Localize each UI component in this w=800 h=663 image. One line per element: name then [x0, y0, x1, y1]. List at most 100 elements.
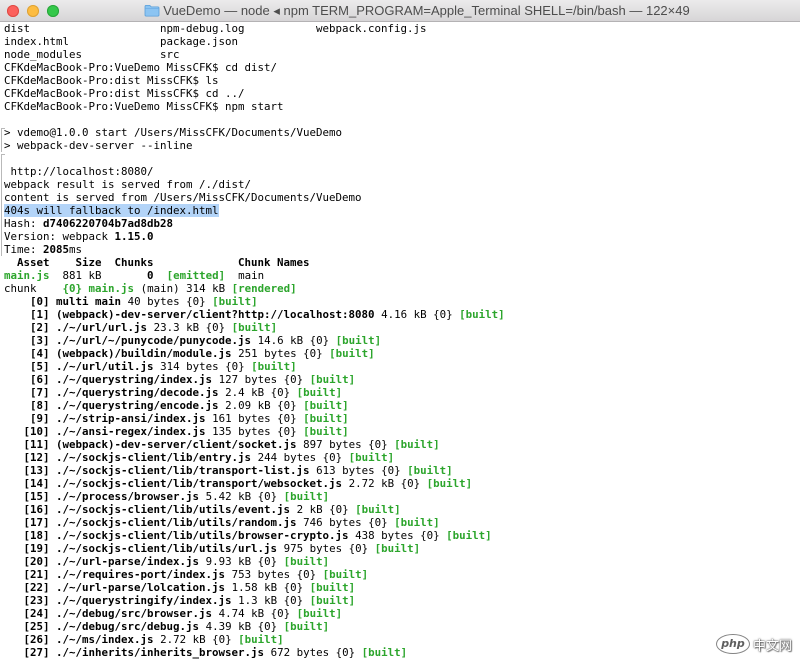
output-text: Time: — [4, 243, 44, 256]
module-path: ./~/sockjs-client/lib/utils/browser-cryp… — [56, 529, 349, 542]
output-text: > webpack-dev-server --inline — [4, 139, 193, 152]
output-text: [rendered] — [231, 282, 297, 295]
module-status: [built] — [296, 386, 343, 399]
module-status: [built] — [355, 503, 401, 516]
module-line: [19] ./~/sockjs-client/lib/utils/url.js … — [4, 542, 800, 555]
module-chunk: {0} — [400, 477, 421, 490]
module-status: [built] — [322, 568, 369, 581]
php-logo: php — [715, 634, 750, 654]
module-id: [3] — [30, 334, 50, 347]
module-line: [9] ./~/strip-ansi/index.js 161 bytes {0… — [4, 412, 800, 425]
zoom-button[interactable] — [47, 5, 59, 17]
module-id: [12] — [23, 451, 50, 464]
folder-icon — [144, 4, 160, 17]
module-line: [24] ./~/debug/src/browser.js 4.74 kB {0… — [4, 607, 800, 620]
minimize-button[interactable] — [27, 5, 39, 17]
module-path: (webpack)/buildin/module.js — [56, 347, 232, 360]
module-chunk: {0} — [329, 503, 349, 516]
module-path: ./~/url/url.js — [56, 321, 148, 334]
module-chunk: {0} — [381, 464, 401, 477]
module-size: 746 bytes — [303, 516, 362, 529]
module-chunk: {0} — [335, 646, 356, 659]
module-status: [built] — [283, 620, 330, 633]
module-size: 897 bytes — [303, 438, 362, 451]
module-path: ./~/debug/src/browser.js — [56, 607, 213, 620]
module-line: [6] ./~/querystring/index.js 127 bytes {… — [4, 373, 800, 386]
module-chunk: {0} — [433, 308, 453, 321]
module-status: [built] — [303, 412, 349, 425]
module-id: [25] — [23, 620, 50, 633]
module-status: [built] — [303, 425, 349, 438]
module-line: [1] (webpack)-dev-server/client?http://l… — [4, 308, 800, 321]
module-id: [5] — [30, 360, 50, 373]
module-path: multi main — [56, 295, 122, 308]
output-text: 881 kB — [49, 269, 148, 282]
module-status: [built] — [238, 633, 284, 646]
module-line: [2] ./~/url/url.js 23.3 kB {0} [built] — [4, 321, 800, 334]
module-path: ./~/querystringify/index.js — [56, 594, 232, 607]
module-size: 4.16 kB — [381, 308, 427, 321]
module-id: [19] — [23, 542, 50, 555]
watermark-text: 中文网 — [752, 638, 792, 654]
module-path: ./~/sockjs-client/lib/utils/event.js — [56, 503, 291, 516]
module-id: [24] — [23, 607, 50, 620]
module-path: ./~/ansi-regex/index.js — [56, 425, 206, 438]
module-status: [built] — [459, 308, 505, 321]
module-path: ./~/requires-port/index.js — [56, 568, 226, 581]
terminal-line: Hash: d7406220704b7ad8db28 — [1, 217, 800, 230]
terminal-line: content is served from /Users/MissCFK/Do… — [1, 191, 800, 204]
module-status: [built] — [335, 334, 382, 347]
module-id: [4] — [30, 347, 50, 360]
module-chunk: {0} — [257, 490, 278, 503]
module-line: [5] ./~/url/util.js 314 bytes {0} [built… — [4, 360, 800, 373]
module-size: 127 bytes — [218, 373, 278, 386]
terminal-line — [1, 152, 800, 166]
module-path: ./~/sockjs-client/lib/utils/url.js — [56, 542, 278, 555]
module-chunk: {0} — [283, 581, 304, 594]
module-status: [built] — [329, 347, 375, 360]
module-status: [built] — [407, 464, 453, 477]
module-line: [27] ./~/inherits/inherits_browser.js 67… — [4, 646, 800, 659]
module-id: [27] — [23, 646, 50, 659]
close-button[interactable] — [7, 5, 19, 17]
module-id: [15] — [23, 490, 50, 503]
module-chunk: {0} — [322, 451, 343, 464]
module-id: [26] — [23, 633, 50, 646]
terminal-line: dist npm-debug.log webpack.config.js — [4, 22, 800, 35]
terminal-line: node_modules src — [4, 48, 800, 61]
terminal-line: Version: webpack 1.15.0 — [1, 230, 800, 243]
module-id: [7] — [30, 386, 50, 399]
module-id: [13] — [23, 464, 50, 477]
module-line: [20] ./~/url-parse/index.js 9.93 kB {0} … — [4, 555, 800, 568]
module-id: [22] — [23, 581, 50, 594]
module-id: [10] — [23, 425, 50, 438]
output-text: 404s will fallback to /index.html — [4, 204, 219, 217]
module-line: [12] ./~/sockjs-client/lib/entry.js 244 … — [4, 451, 800, 464]
module-chunk: {0} — [348, 542, 369, 555]
module-id: [18] — [23, 529, 50, 542]
module-chunk: {0} — [257, 555, 278, 568]
module-size: 2.09 kB — [225, 399, 271, 412]
module-id: [8] — [30, 399, 50, 412]
module-line: [0] multi main 40 bytes {0} [built] — [4, 295, 800, 308]
module-size: 672 bytes — [270, 646, 330, 659]
module-status: [built] — [231, 321, 278, 334]
module-size: 2.72 kB — [348, 477, 395, 490]
module-status: [built] — [394, 438, 440, 451]
module-chunk: {0} — [368, 516, 388, 529]
terminal-output[interactable]: dist npm-debug.log webpack.config.js inde… — [0, 22, 800, 663]
module-path: ./~/url-parse/index.js — [56, 555, 200, 568]
terminal-line: CFKdeMacBook-Pro:dist MissCFK$ cd ../ — [4, 87, 800, 100]
module-path: (webpack)-dev-server/client?http://local… — [56, 308, 375, 321]
output-text: ms — [69, 243, 83, 256]
window-title: VueDemo — node ◂ npm TERM_PROGRAM=Apple_… — [100, 0, 734, 21]
module-line: [16] ./~/sockjs-client/lib/utils/event.j… — [4, 503, 800, 516]
terminal-line: Asset Size Chunks Chunk Names — [4, 256, 800, 269]
output-text: (main) 314 kB — [134, 282, 232, 295]
module-size: 2 kB — [296, 503, 323, 516]
title-bar[interactable]: VueDemo — node ◂ npm TERM_PROGRAM=Apple_… — [0, 0, 800, 22]
module-status: [built] — [426, 477, 473, 490]
module-size: 753 bytes — [231, 568, 291, 581]
output-text: Hash: — [4, 217, 44, 230]
module-path: ./~/sockjs-client/lib/transport-list.js — [56, 464, 310, 477]
